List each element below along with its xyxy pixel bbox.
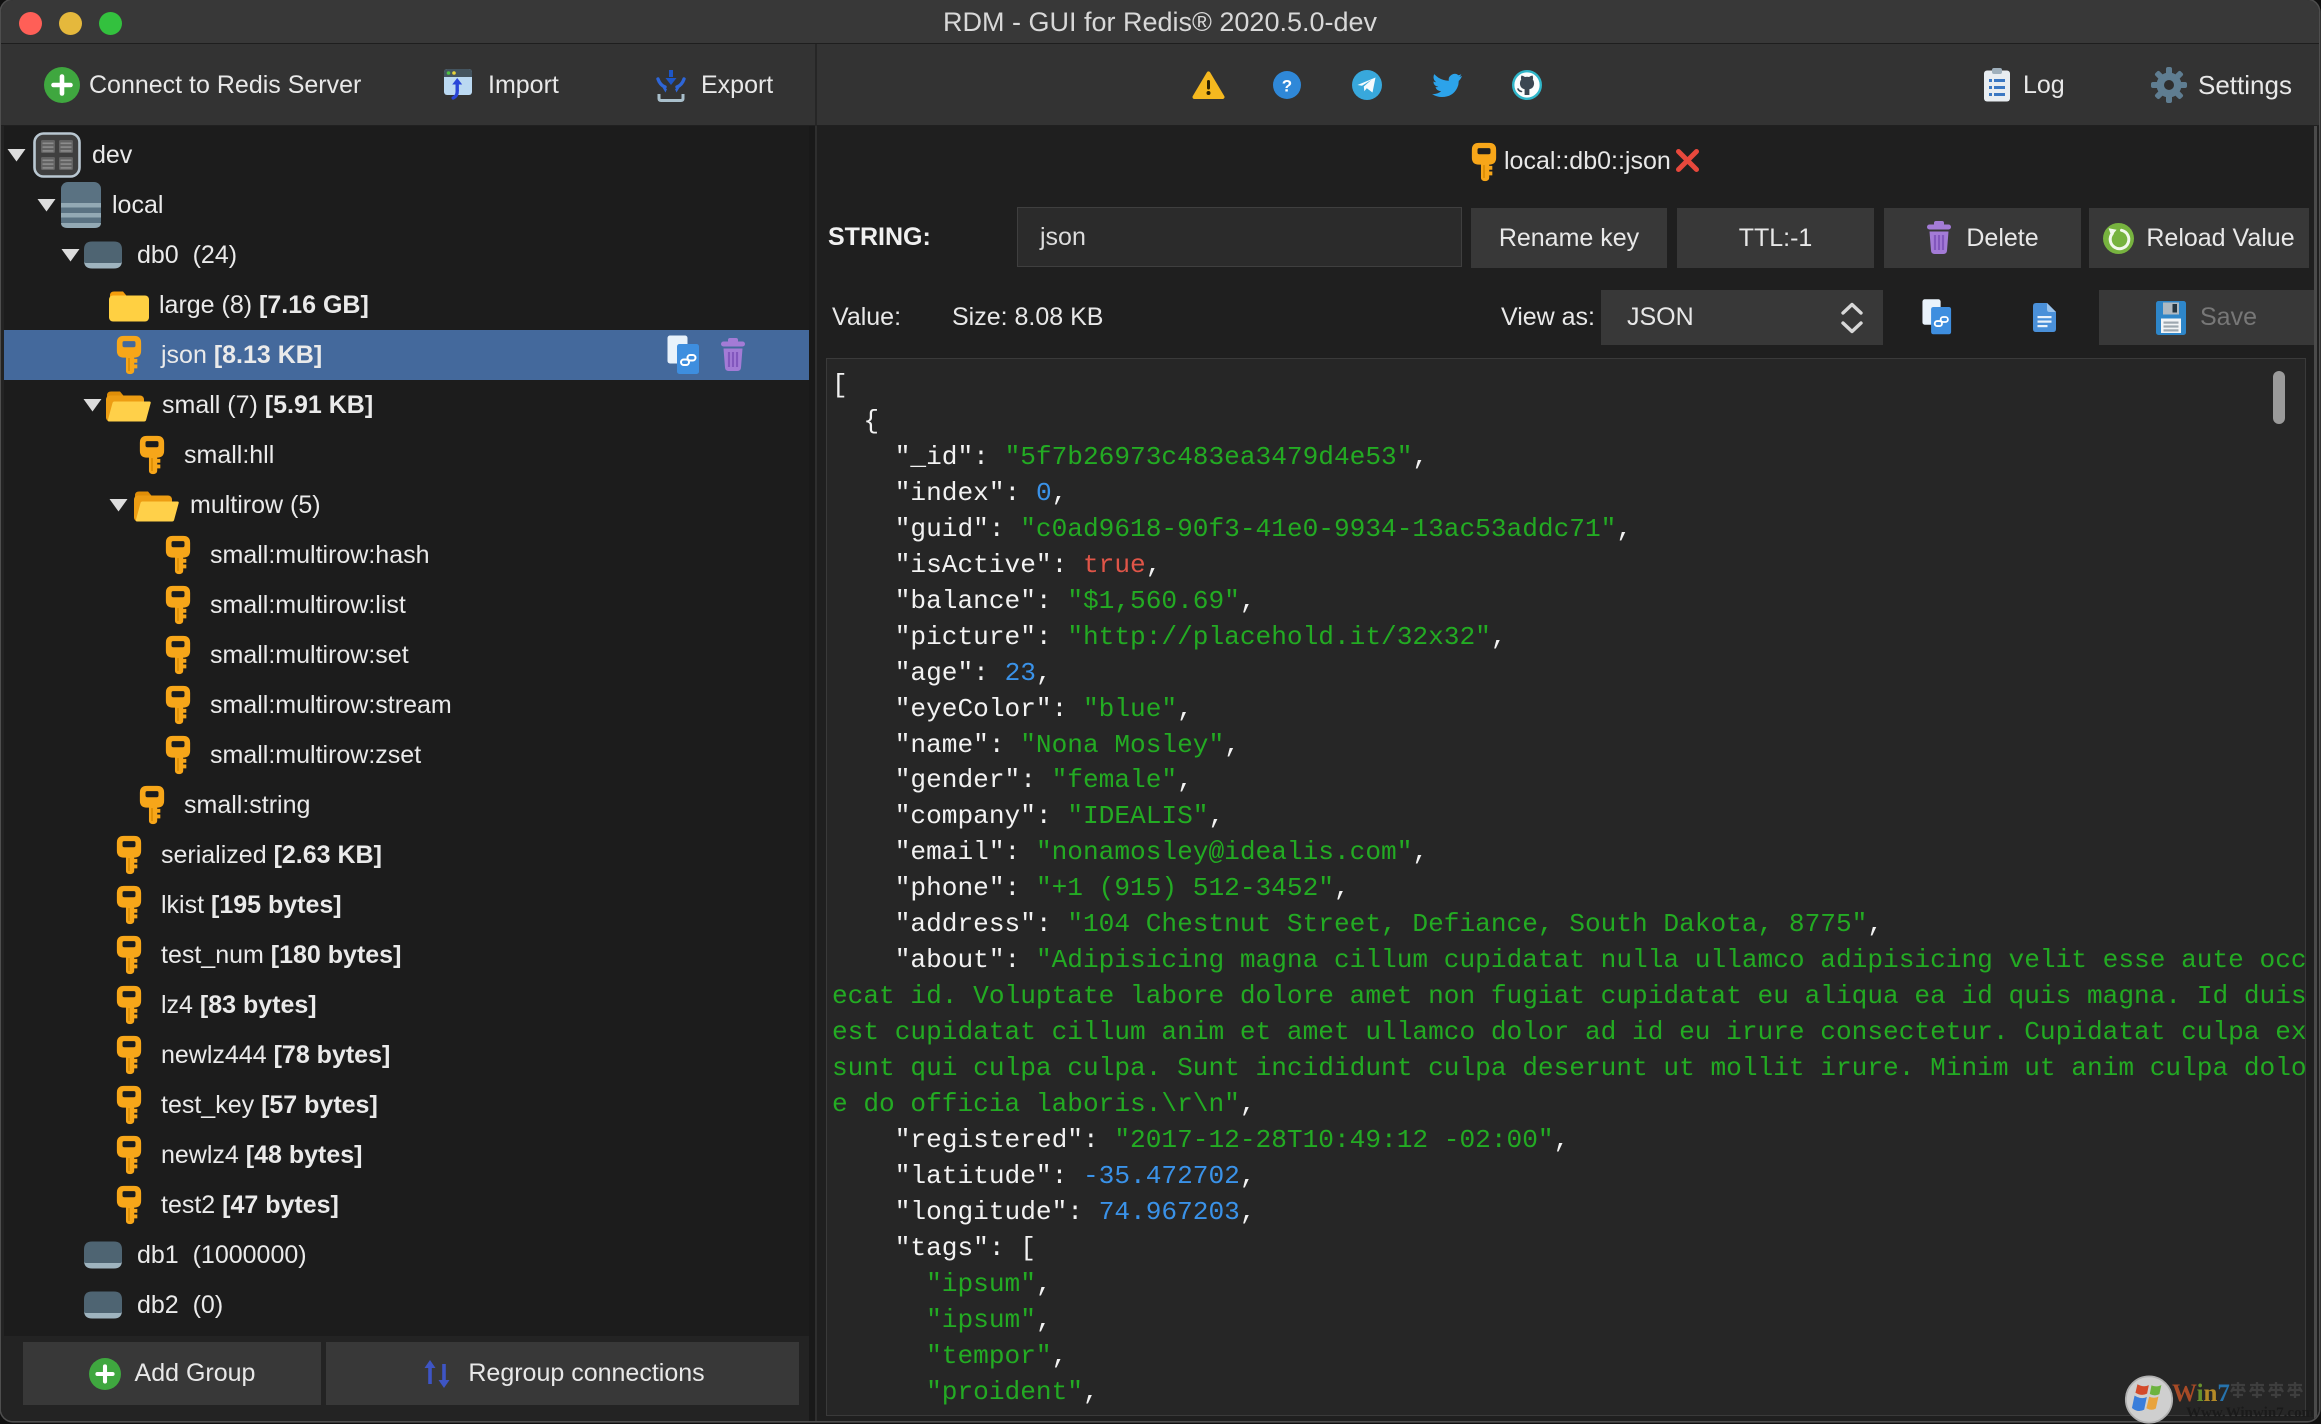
svg-text:?: ? — [1282, 77, 1292, 96]
